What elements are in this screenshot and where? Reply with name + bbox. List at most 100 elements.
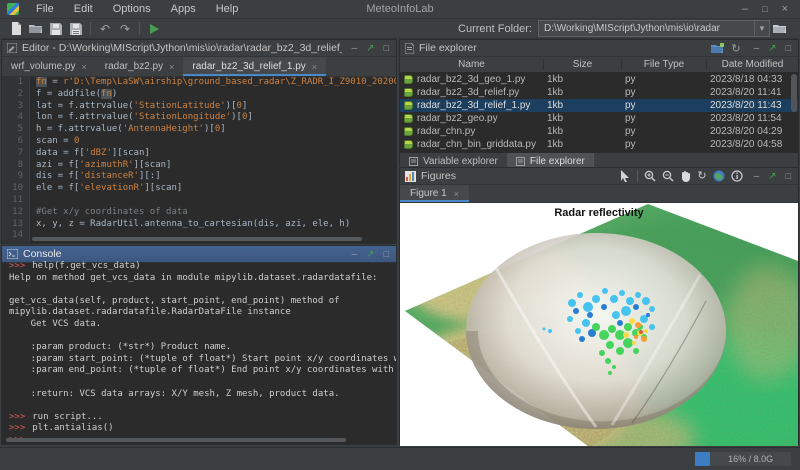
code-editor-area[interactable]: 1fn = r'D:\Temp\LaSW\airship\ground_base… (2, 77, 396, 243)
table-row[interactable]: radar_bz2_3d_relief_1.py1kbpy2023/8/20 1… (400, 99, 798, 112)
menu-options[interactable]: Options (104, 2, 160, 16)
close-window-icon[interactable]: × (782, 4, 788, 14)
menu-help[interactable]: Help (207, 2, 248, 16)
file-date-cell: 2023/8/20 11:54 (706, 113, 798, 124)
main-toolbar: ↶ ↷ Current Folder: D:\Working\MIScript\… (0, 19, 800, 39)
tab-close-icon[interactable]: × (312, 62, 317, 72)
code-line: 13x, y, z = RadarUtil.antenna_to_cartesi… (2, 219, 396, 231)
file-date-cell: 2023/8/20 11:41 (706, 87, 798, 98)
console-horizontal-scrollbar[interactable] (6, 438, 346, 442)
current-folder-combobox[interactable]: D:\Working\MIScript\Jython\mis\io\radar … (538, 20, 770, 37)
undo-icon[interactable]: ↶ (95, 21, 115, 37)
table-row[interactable]: radar_bz2_3d_relief.py1kbpy2023/8/20 11:… (400, 86, 798, 99)
new-script-icon[interactable] (6, 21, 26, 37)
code-text: x, y, z = RadarUtil.antenna_to_cartesian… (30, 219, 350, 231)
menu-file[interactable]: File (27, 2, 63, 16)
python-file-icon (404, 88, 413, 97)
table-row[interactable]: radar_bz2_3d_geo_1.py1kbpy2023/8/18 04:3… (400, 73, 798, 86)
maximize-window-icon[interactable]: □ (762, 4, 767, 14)
line-number: 7 (2, 148, 30, 160)
open-file-icon[interactable] (26, 21, 46, 37)
file-explorer-float-icon[interactable]: ↗ (768, 43, 776, 54)
editor-tab[interactable]: wrf_volume.py× (2, 57, 96, 76)
code-text: h = f.attrvalue('AntennaHeight')[0] (30, 124, 226, 136)
editor-maximize-icon[interactable]: □ (384, 43, 389, 53)
console-text: :param end_point: (*tuple of float*) End… (9, 365, 396, 375)
console-line: :param product: (*str*) Product name. (9, 342, 396, 354)
editor-tab-label: radar_bz2.py (105, 61, 163, 72)
globe-icon[interactable] (713, 170, 725, 182)
select-tool-icon[interactable] (620, 170, 631, 182)
save-as-icon[interactable] (66, 21, 86, 37)
redo-icon[interactable]: ↷ (115, 21, 135, 37)
file-name-cell: radar_bz2_3d_relief.py (400, 87, 543, 98)
save-icon[interactable] (46, 21, 66, 37)
line-number: 8 (2, 160, 30, 172)
code-text: #Get x/y coordinates of data (30, 207, 188, 219)
file-table-vertical-scrollbar[interactable] (791, 74, 797, 112)
rotate-tool-icon[interactable]: ↻ (697, 171, 706, 182)
column-header-name[interactable]: Name (400, 59, 543, 70)
editor-tab[interactable]: radar_bz2.py × (96, 57, 184, 76)
chevron-down-icon[interactable]: ▼ (754, 21, 769, 36)
code-text: dis = f['distanceR'][:] (30, 171, 161, 183)
tab-close-icon[interactable]: × (169, 62, 174, 72)
run-script-icon[interactable] (144, 21, 164, 37)
editor-icon (7, 43, 17, 53)
line-number: 5 (2, 124, 30, 136)
editor-minimize-icon[interactable]: – (352, 43, 358, 54)
console-line (9, 284, 396, 296)
code-line: 1fn = r'D:\Temp\LaSW\airship\ground_base… (2, 77, 396, 89)
file-explorer-minimize-icon[interactable]: – (754, 43, 760, 54)
editor-float-icon[interactable]: ↗ (366, 43, 374, 54)
editor-tab[interactable]: radar_bz2_3d_relief_1.py × (183, 57, 326, 76)
table-row[interactable]: radar_chn_bin_griddata.py1kbpy2023/8/20 … (400, 138, 798, 151)
pan-tool-icon[interactable] (680, 170, 691, 182)
file-date-cell: 2023/8/18 04:33 (706, 74, 798, 85)
column-header-size[interactable]: Size (543, 59, 621, 70)
console-prompt: >>> (9, 261, 32, 271)
console-line (9, 331, 396, 343)
table-row[interactable] (400, 151, 798, 152)
file-table: radar_bz2_3d_geo_1.py1kbpy2023/8/18 04:3… (400, 73, 798, 152)
file-size-cell: 1kb (543, 113, 621, 124)
refresh-icon[interactable]: ↻ (731, 42, 740, 55)
figure-tab-bar: Figure 1 × (400, 185, 798, 203)
file-explorer-title: File explorer (419, 42, 477, 54)
zoom-in-icon[interactable] (644, 170, 656, 182)
column-header-date-modified[interactable]: Date Modified (706, 59, 798, 70)
file-type-cell: py (621, 113, 706, 124)
console-float-icon[interactable]: ↗ (366, 249, 374, 260)
file-type-cell: py (621, 100, 706, 111)
console-text: plt.antialias() (32, 423, 113, 433)
console-text: :return: VCS data arrays: X/Y mesh, Z me… (9, 389, 340, 399)
set-current-folder-icon[interactable] (711, 43, 724, 54)
zoom-out-icon[interactable] (662, 170, 674, 182)
code-line: 3lat = f.attrvalue('StationLatitude')[0] (2, 101, 396, 113)
file-explorer-maximize-icon[interactable]: □ (786, 43, 791, 53)
file-name: radar_bz2_3d_relief_1.py (417, 100, 530, 111)
figure-canvas[interactable]: Radar reflectivity (400, 203, 798, 446)
figures-float-icon[interactable]: ↗ (768, 171, 776, 182)
figure-tab[interactable]: Figure 1 × (400, 185, 469, 202)
console-maximize-icon[interactable]: □ (384, 249, 389, 259)
menu-apps[interactable]: Apps (162, 2, 205, 16)
console-output-area[interactable]: >>>help(f.get_vcs_data)Help on method ge… (2, 261, 396, 443)
editor-horizontal-scrollbar[interactable] (32, 237, 362, 241)
file-name-cell: radar_chn.py (400, 126, 543, 137)
table-row[interactable]: radar_bz2_geo.py1kbpy2023/8/20 11:54 (400, 112, 798, 125)
identify-icon[interactable] (731, 170, 743, 182)
python-file-icon (404, 75, 413, 84)
column-header-file-type[interactable]: File Type (621, 59, 706, 70)
console-minimize-icon[interactable]: – (352, 249, 358, 260)
figure-tab-close-icon[interactable]: × (454, 189, 459, 199)
editor-tab-label: radar_bz2_3d_relief_1.py (192, 61, 305, 72)
menu-edit[interactable]: Edit (65, 2, 102, 16)
tab-close-icon[interactable]: × (81, 62, 86, 72)
browse-folder-icon[interactable] (770, 21, 790, 37)
memory-indicator[interactable]: 16% / 8.0G (695, 452, 791, 466)
figures-maximize-icon[interactable]: □ (786, 171, 791, 181)
table-row[interactable]: radar_chn.py1kbpy2023/8/20 04:29 (400, 125, 798, 138)
figures-minimize-icon[interactable]: – (754, 171, 760, 182)
minimize-window-icon[interactable]: – (742, 4, 748, 14)
